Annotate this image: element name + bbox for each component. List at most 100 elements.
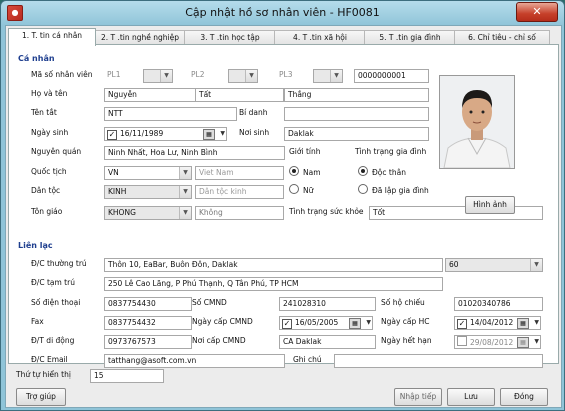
radio-unselected-icon (289, 184, 299, 194)
note-input[interactable] (334, 354, 543, 368)
checkbox-checked-icon[interactable]: ✓ (457, 319, 467, 329)
pl3-select[interactable]: ▼ (313, 69, 343, 83)
employee-id-label: Mã số nhân viên (31, 70, 93, 79)
radio-selected-icon (289, 166, 299, 176)
checkbox-unchecked-icon[interactable] (457, 336, 467, 346)
gender-female-radio[interactable]: Nữ (289, 184, 313, 195)
passport-issue-date-label: Ngày cấp HC (381, 317, 430, 326)
window-title: Cập nhật hồ sơ nhân viên - HF0081 (185, 6, 380, 19)
section-contact-title: Liên lạc (18, 241, 53, 250)
religion-name-field: Không (195, 206, 284, 220)
mobile-input[interactable]: 0973767573 (104, 335, 192, 349)
chevron-down-icon: ▼ (530, 259, 542, 271)
email-input[interactable]: tatthang@asoft.com.vn (104, 354, 285, 368)
permanent-province-code: 60 (449, 260, 459, 269)
checkbox-checked-icon[interactable]: ✓ (282, 319, 292, 329)
section-personal-title: Cá nhân (18, 54, 55, 63)
dialog-body: 1. T. tin cá nhân 2. T .tin nghề nghiệp … (5, 25, 562, 408)
nationality-select[interactable]: VN ▼ (104, 166, 192, 180)
calendar-icon[interactable]: ▦ (517, 337, 529, 348)
chevron-down-icon: ▼ (179, 167, 191, 179)
passport-issue-date-picker[interactable]: ✓ 14/04/2012 ▦ ▼ (454, 316, 541, 330)
display-order-input[interactable]: 15 (90, 369, 164, 383)
gender-female-label: Nữ (303, 186, 314, 195)
radio-unselected-icon (358, 184, 368, 194)
religion-label: Tôn giáo (31, 207, 63, 216)
passport-input[interactable]: 01020340786 (454, 297, 543, 311)
marital-status-label: Tình trạng gia đình (355, 147, 427, 156)
health-label: Tình trạng sức khỏe (289, 207, 364, 216)
temporary-address-label: Đ/C tạm trú (31, 278, 75, 287)
calendar-icon[interactable]: ▦ (349, 318, 361, 329)
add-next-button[interactable]: Nhập tiếp (394, 388, 442, 406)
health-input[interactable]: Tốt (369, 206, 543, 220)
calendar-icon[interactable]: ▦ (203, 129, 215, 140)
gender-male-radio[interactable]: Nam (289, 166, 321, 177)
title-bar: ● Cập nhật hồ sơ nhân viên - HF0081 ✕ (1, 1, 564, 25)
chevron-down-icon[interactable]: ▼ (534, 317, 539, 329)
phone-label: Số điện thoại (31, 298, 81, 307)
fax-input[interactable]: 0837754432 (104, 316, 192, 330)
save-button[interactable]: Lưu (447, 388, 495, 406)
passport-expiry-picker[interactable]: 29/08/2012 ▦ ▼ (454, 335, 541, 349)
pl2-label: PL2 (191, 70, 205, 79)
help-button[interactable]: Trợ giúp (16, 388, 66, 406)
marital-single-label: Độc thân (372, 168, 406, 177)
employee-photo (439, 75, 515, 169)
gender-male-label: Nam (303, 168, 321, 177)
last-name-input[interactable]: Nguyễn (104, 88, 198, 102)
alias-input[interactable]: NTT (104, 107, 237, 121)
chevron-down-icon[interactable]: ▼ (534, 336, 539, 348)
birthplace-label: Nơi sinh (239, 128, 270, 137)
tab-indicators[interactable]: 6. Chỉ tiêu - chỉ số (454, 30, 550, 45)
tab-social-info[interactable]: 4. T .tin xã hội (274, 30, 366, 45)
temporary-address-input[interactable]: 250 Lê Cao Lãng, P Phú Thạnh, Q Tân Phú,… (104, 277, 443, 291)
chevron-down-icon[interactable]: ▼ (366, 317, 371, 329)
id-issue-place-input[interactable]: CA Daklak (279, 335, 376, 349)
nickname-input[interactable] (284, 107, 429, 121)
photo-button[interactable]: Hình ảnh (465, 196, 515, 214)
checkbox-checked-icon[interactable]: ✓ (107, 130, 117, 140)
tab-education-info[interactable]: 3. T .tin học tập (184, 30, 276, 45)
permanent-address-input[interactable]: Thôn 10, EaBar, Buôn Đôn, Daklak (104, 258, 443, 272)
birthplace-input[interactable]: Daklak (284, 127, 429, 141)
hometown-label: Nguyên quán (31, 147, 82, 156)
tab-family-info[interactable]: 5. T .tin gia đình (364, 30, 456, 45)
tab-career-info[interactable]: 2. T .tin nghề nghiệp (94, 30, 186, 45)
close-button[interactable]: Đóng (500, 388, 548, 406)
fax-label: Fax (31, 317, 44, 326)
phone-input[interactable]: 0837754430 (104, 297, 192, 311)
chevron-down-icon[interactable]: ▼ (220, 128, 225, 140)
birthdate-picker[interactable]: ✓ 16/11/1989 ▦ ▼ (104, 127, 227, 141)
religion-select[interactable]: KHONG ▼ (104, 206, 192, 220)
passport-label: Số hộ chiếu (381, 298, 425, 307)
calendar-icon[interactable]: ▦ (517, 318, 529, 329)
id-number-input[interactable]: 241028310 (279, 297, 376, 311)
radio-selected-icon (358, 166, 368, 176)
permanent-province-select[interactable]: 60 ▼ (445, 258, 543, 272)
id-issue-date-picker[interactable]: ✓ 16/05/2005 ▦ ▼ (279, 316, 373, 330)
email-label: Đ/C Email (31, 355, 68, 364)
marital-single-radio[interactable]: Độc thân (358, 166, 406, 177)
pl1-select[interactable]: ▼ (143, 69, 173, 83)
tab-strip: 1. T. tin cá nhân 2. T .tin nghề nghiệp … (6, 28, 561, 46)
middle-name-input[interactable]: Tất (195, 88, 284, 102)
mobile-label: Đ/T di động (31, 336, 75, 345)
hometown-input[interactable]: Ninh Nhất, Hoa Lư, Ninh Bình (104, 146, 285, 160)
window-close-button[interactable]: ✕ (516, 2, 558, 22)
ethnicity-select[interactable]: KINH ▼ (104, 185, 192, 199)
pl2-select[interactable]: ▼ (228, 69, 258, 83)
marital-married-radio[interactable]: Đã lập gia đình (358, 184, 429, 195)
employee-id-input[interactable]: 0000000001 (354, 69, 429, 83)
passport-expiry-value: 29/08/2012 (470, 338, 514, 347)
ethnicity-label: Dân tộc (31, 186, 61, 195)
marital-married-label: Đã lập gia đình (372, 186, 429, 195)
note-label: Ghi chú (293, 355, 322, 364)
passport-issue-date-value: 14/04/2012 (470, 318, 514, 327)
chevron-down-icon: ▼ (330, 70, 342, 82)
id-issue-date-value: 16/05/2005 (295, 318, 339, 327)
nickname-label: Bí danh (239, 108, 268, 117)
tab-personal-info[interactable]: 1. T. tin cá nhân (8, 28, 96, 46)
id-issue-place-label: Nơi cấp CMND (192, 336, 246, 345)
first-name-input[interactable]: Thắng (284, 88, 429, 102)
